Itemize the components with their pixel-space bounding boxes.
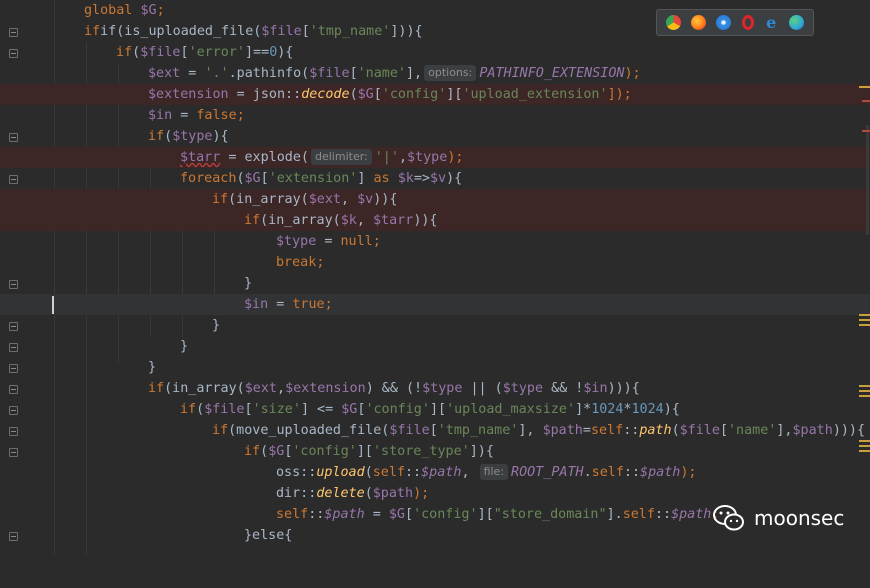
- warning-marker[interactable]: [859, 450, 870, 452]
- code-line: }: [180, 339, 189, 354]
- param-hint: options:: [424, 65, 477, 81]
- warning-marker[interactable]: [859, 445, 870, 447]
- text-caret: [52, 296, 54, 314]
- code-line-error: if(in_array($ext, $v)){: [0, 189, 870, 210]
- warning-marker[interactable]: [859, 395, 870, 397]
- warning-marker[interactable]: [859, 86, 870, 88]
- code-line: }: [244, 276, 253, 291]
- warning-marker[interactable]: [859, 440, 870, 442]
- code-line: break;: [276, 255, 325, 270]
- wechat-icon: [712, 503, 746, 533]
- code-line: if(in_array($ext,$extension) && (!$type …: [148, 381, 640, 396]
- warning-marker[interactable]: [859, 385, 870, 387]
- error-marker[interactable]: [862, 130, 870, 132]
- code-line: if($G['config']['store_type']){: [244, 444, 494, 459]
- param-hint: delimiter:: [311, 149, 372, 165]
- code-line-error: if(in_array($k, $tarr)){: [0, 210, 870, 231]
- code-editor[interactable]: global $G; ifif(is_uploaded_file($file['…: [0, 0, 870, 554]
- code-line-error: $extension = json::decode($G['config']['…: [0, 84, 870, 105]
- code-line: if($file['size'] <= $G['config']['upload…: [180, 402, 680, 417]
- firefox-icon[interactable]: [691, 15, 707, 30]
- warning-marker[interactable]: [859, 324, 870, 326]
- code-line: $type = null;: [276, 234, 381, 249]
- edge-icon[interactable]: [788, 15, 804, 30]
- error-marker[interactable]: [862, 100, 870, 102]
- code-line: if($type){: [148, 129, 229, 144]
- browser-preview-bar: e: [656, 9, 814, 36]
- opera-icon[interactable]: [741, 15, 754, 30]
- code-line: if(move_uploaded_file($file['tmp_name'],…: [212, 423, 866, 438]
- code-line: $ext = '.'.pathinfo($file['name'], option…: [148, 65, 641, 81]
- code-line: foreach($G['extension'] as $k=>$v){: [180, 171, 463, 186]
- param-hint: file:: [479, 464, 509, 480]
- warning-marker[interactable]: [859, 390, 870, 392]
- code-line: oss::upload(self::$path, file: ROOT_PATH.…: [276, 464, 697, 480]
- code-line: }: [212, 318, 221, 333]
- code-line: }: [148, 360, 157, 375]
- ie-icon[interactable]: e: [764, 15, 779, 31]
- warning-marker[interactable]: [859, 314, 870, 316]
- watermark: moonsec: [712, 500, 844, 536]
- chrome-icon[interactable]: [666, 15, 682, 30]
- code-line-error: $tarr = explode(delimiter: '|',$type);: [0, 147, 870, 168]
- code-line-current: $in = true;: [0, 294, 870, 315]
- code-line: $in = false;: [148, 108, 245, 123]
- warning-marker[interactable]: [859, 319, 870, 321]
- watermark-text: moonsec: [754, 506, 845, 530]
- scrollbar-track[interactable]: [866, 125, 869, 235]
- code-line: if($file['error']==0){: [116, 45, 294, 60]
- safari-icon[interactable]: [716, 15, 732, 30]
